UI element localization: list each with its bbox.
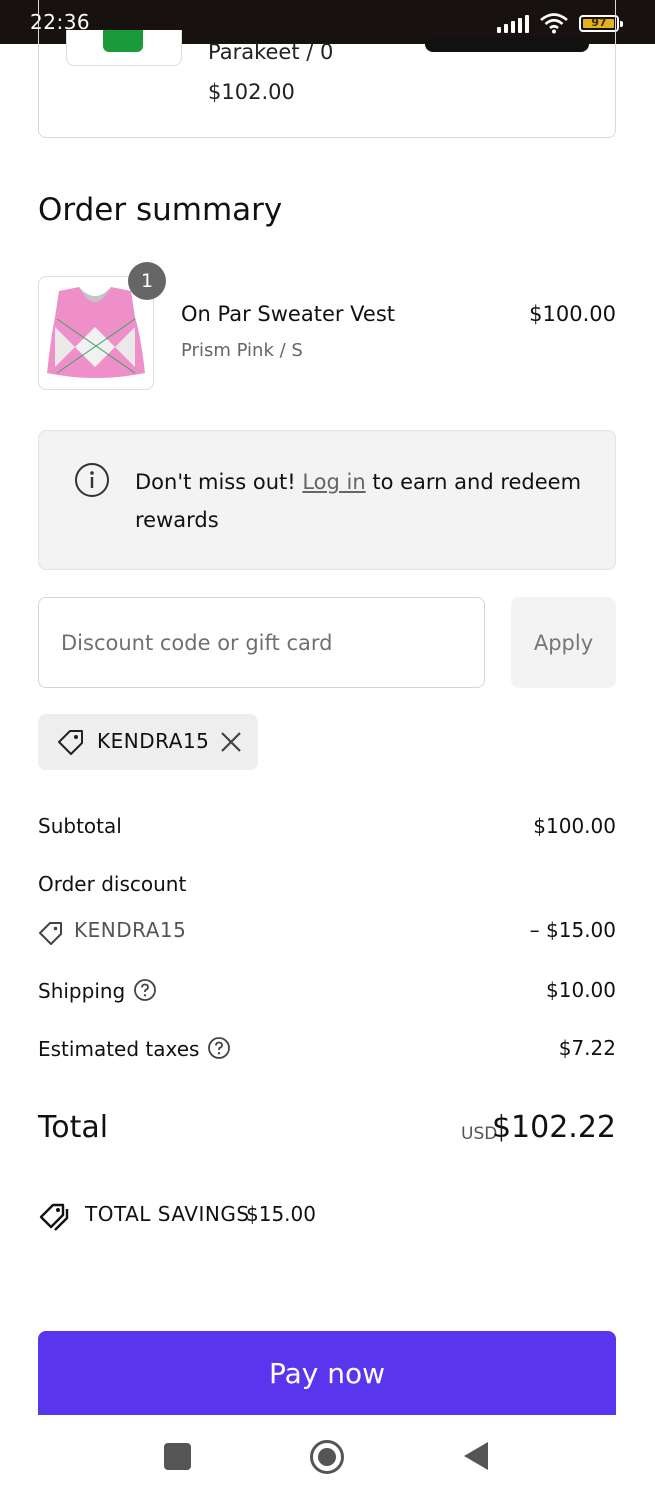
- cart-item-variant: Parakeet / 0: [208, 40, 334, 64]
- product-variant: Prism Pink / S: [181, 340, 303, 361]
- savings-tag-icon: [39, 1203, 69, 1231]
- quantity-badge: 1: [128, 262, 166, 300]
- total-savings-value: $15.00: [246, 1202, 316, 1226]
- total-value: $102.22: [491, 1110, 616, 1145]
- subtotal-value: $100.00: [533, 814, 616, 838]
- order-discount-value: – $15.00: [529, 918, 616, 942]
- rewards-notice-text: Don't miss out! Log in to earn and redee…: [135, 463, 585, 539]
- cart-item-card: [38, 0, 616, 138]
- product-price: $100.00: [529, 302, 616, 326]
- applied-discount-chip: KENDRA15: [38, 714, 258, 770]
- discount-code-input[interactable]: [38, 597, 485, 688]
- page-title: Order summary: [38, 192, 283, 228]
- discount-tag-icon: [39, 922, 62, 945]
- pay-now-button[interactable]: Pay now: [38, 1331, 616, 1415]
- info-icon: [75, 463, 109, 497]
- shipping-value: $10.00: [546, 978, 616, 1002]
- navigation-bar: [0, 1415, 655, 1500]
- total-savings-label: TOTAL SAVINGS: [85, 1202, 250, 1226]
- shipping-row-label: Shipping: [38, 978, 157, 1003]
- applied-discount-code: KENDRA15: [97, 729, 210, 753]
- card-action-button[interactable]: [425, 38, 589, 52]
- question-icon[interactable]: [207, 1036, 231, 1060]
- cart-item-price: $102.00: [208, 80, 295, 104]
- total-label: Total: [38, 1110, 109, 1145]
- product-name: On Par Sweater Vest: [181, 302, 395, 326]
- shipping-label: Shipping: [38, 979, 126, 1003]
- taxes-value: $7.22: [558, 1036, 616, 1060]
- apply-button[interactable]: Apply: [511, 597, 616, 688]
- back-icon[interactable]: [462, 1440, 490, 1472]
- subtotal-label: Subtotal: [38, 814, 122, 838]
- close-icon[interactable]: [218, 729, 244, 755]
- recent-apps-icon[interactable]: [164, 1443, 191, 1470]
- question-icon[interactable]: [133, 978, 157, 1002]
- product-thumbnail: [66, 30, 182, 66]
- order-discount-code: KENDRA15: [74, 918, 187, 942]
- rewards-text-prefix: Don't miss out!: [135, 470, 303, 494]
- taxes-row-label: Estimated taxes: [38, 1036, 231, 1061]
- login-link[interactable]: Log in: [302, 470, 365, 494]
- home-icon[interactable]: [309, 1439, 345, 1475]
- taxes-label: Estimated taxes: [38, 1037, 200, 1061]
- tag-icon: [58, 730, 83, 755]
- order-discount-label: Order discount: [38, 872, 187, 896]
